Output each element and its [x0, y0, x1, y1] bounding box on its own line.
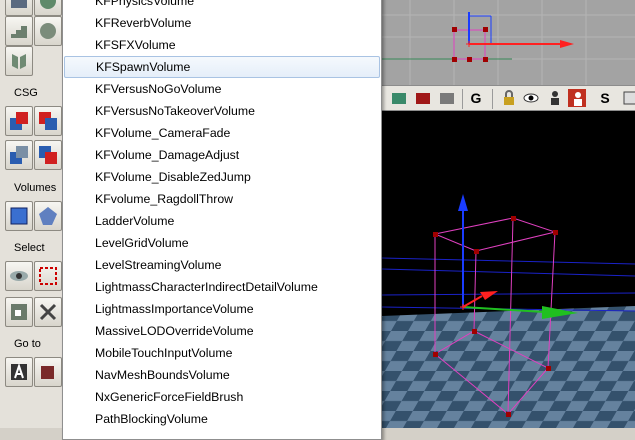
dropdown-option[interactable]: KFSpawnVolume — [64, 56, 380, 78]
dropdown-option[interactable]: LightmassCharacterIndirectDetailVolume — [64, 276, 380, 298]
csg-subtract-button[interactable] — [34, 106, 62, 136]
dropdown-option[interactable]: NavMeshBoundsVolume — [64, 364, 380, 386]
goto-actor-button[interactable] — [5, 357, 33, 387]
tool-palette: CSG Volumes Select Go to — [0, 0, 63, 428]
lock-icon[interactable] — [500, 89, 518, 107]
grid-toggle-button[interactable]: G — [468, 89, 484, 107]
volume-gem-icon — [39, 207, 57, 225]
x-icon — [39, 303, 57, 321]
csg-add-icon — [10, 112, 28, 130]
dropdown-option[interactable]: LadderVolume — [64, 210, 380, 232]
csg-intersect-icon — [10, 146, 28, 164]
viewport-toolbar: G S — [382, 85, 635, 111]
pawn-icon[interactable] — [568, 89, 586, 107]
dropdown-option[interactable]: KFSFXVolume — [64, 34, 380, 56]
sphere-builder-button[interactable] — [34, 0, 62, 16]
dropdown-option[interactable]: LevelStreamingVolume — [64, 254, 380, 276]
sphere-icon — [40, 0, 56, 9]
select-inside-button[interactable] — [5, 297, 33, 327]
dropdown-option[interactable]: KFReverbVolume — [64, 12, 380, 34]
game-view-icon[interactable] — [390, 89, 408, 107]
select-section-label: Select — [14, 242, 45, 254]
goto-builder-button[interactable] — [34, 357, 62, 387]
curved-stairs-button[interactable] — [34, 16, 62, 46]
csg-section-label: CSG — [14, 87, 38, 99]
volume-type-dropdown[interactable]: KFPhysicsVolume KFReverbVolume KFSFXVolume… — [62, 0, 382, 440]
dropdown-option[interactable]: KFVolume_CameraFade — [64, 122, 380, 144]
curved-stairs-icon — [40, 23, 56, 39]
volume-options-button[interactable] — [34, 201, 62, 231]
csg-deintersect-button[interactable] — [34, 140, 62, 170]
actor-icon[interactable] — [546, 89, 564, 107]
dropdown-option[interactable]: NxGenericForceFieldBrush — [64, 386, 380, 408]
dropdown-option[interactable]: LevelGridVolume — [64, 232, 380, 254]
stairs-builder-button[interactable] — [5, 16, 33, 46]
volumes-section-label: Volumes — [14, 182, 57, 194]
perspective-viewport[interactable] — [382, 111, 635, 428]
dropdown-option[interactable]: KFVolume_DisableZedJump — [64, 166, 380, 188]
sheet-icon — [12, 54, 26, 69]
maximize-icon[interactable] — [622, 89, 635, 107]
dropdown-option[interactable]: KFPhysicsVolume — [64, 0, 380, 12]
goto-section-label: Go to — [14, 338, 41, 350]
camera-icon — [11, 0, 27, 8]
dropdown-option[interactable]: MassiveLODOverrideVolume — [64, 320, 380, 342]
sheet-builder-button[interactable] — [5, 46, 33, 76]
show-selected-button[interactable] — [5, 261, 33, 291]
snap-toggle-button[interactable]: S — [598, 89, 612, 107]
goto-cube-icon — [41, 366, 54, 379]
csg-add-button[interactable] — [5, 106, 33, 136]
brush-icon[interactable] — [438, 89, 456, 107]
eye-icon[interactable] — [522, 89, 540, 107]
csg-intersect-button[interactable] — [5, 140, 33, 170]
volume-box-icon — [10, 207, 28, 225]
dropdown-option[interactable]: MobileTouchInputVolume — [64, 342, 380, 364]
dropdown-option[interactable]: KFVolume_DamageAdjust — [64, 144, 380, 166]
dropdown-option[interactable]: KFvolume_RagdollThrow — [64, 188, 380, 210]
toolbar-divider — [462, 89, 463, 109]
csg-subtract-icon — [39, 112, 57, 130]
goto-a-icon — [11, 362, 27, 380]
deselect-button[interactable] — [34, 297, 62, 327]
perspective-canvas — [382, 194, 635, 428]
dashed-select-icon — [39, 267, 57, 285]
top-viewport-canvas — [382, 0, 635, 85]
dropdown-option[interactable]: KFVersusNoGoVolume — [64, 78, 380, 100]
realtime-icon[interactable] — [414, 89, 432, 107]
select-red-button[interactable] — [34, 261, 62, 291]
csg-deintersect-icon — [39, 146, 57, 164]
toolbar-divider — [492, 89, 493, 109]
camera-mode-button[interactable] — [5, 0, 33, 16]
dropdown-option[interactable]: KFVersusNoTakeoverVolume — [64, 100, 380, 122]
top-viewport[interactable] — [382, 0, 635, 85]
eye-icon — [10, 271, 28, 281]
add-volume-button[interactable] — [5, 201, 33, 231]
dropdown-option[interactable]: PathBlockingVolume — [64, 408, 380, 430]
select-inside-icon — [11, 304, 27, 320]
stairs-icon — [11, 26, 27, 38]
dropdown-option[interactable]: LightmassImportanceVolume — [64, 298, 380, 320]
